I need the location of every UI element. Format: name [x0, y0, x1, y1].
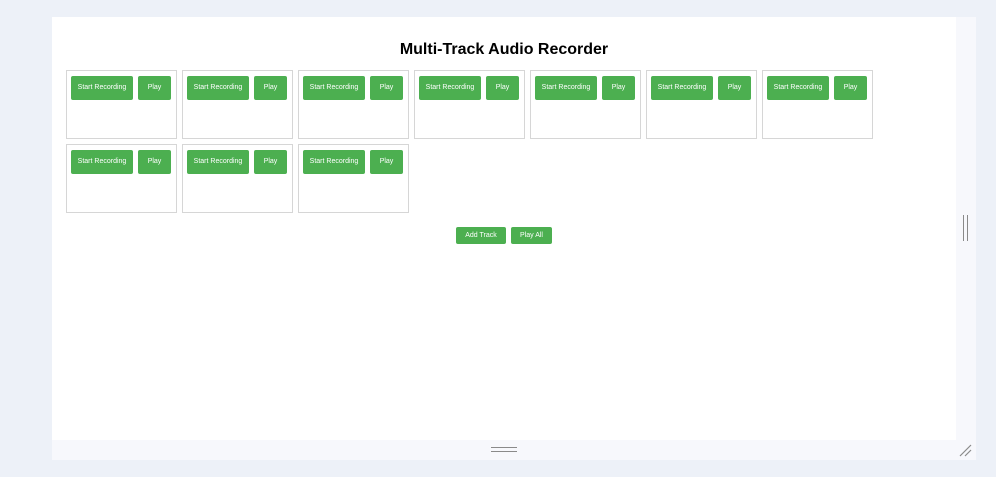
play-button[interactable]: Play	[254, 150, 287, 174]
play-button[interactable]: Play	[254, 76, 287, 100]
add-track-button[interactable]: Add Track	[456, 227, 506, 244]
track: Start Recording Play	[762, 70, 873, 139]
play-all-button[interactable]: Play All	[511, 227, 552, 244]
track: Start Recording Play	[298, 70, 409, 139]
play-button[interactable]: Play	[370, 150, 403, 174]
start-recording-button[interactable]: Start Recording	[419, 76, 481, 100]
track: Start Recording Play	[66, 144, 177, 213]
vertical-resize-grip-icon[interactable]	[963, 215, 968, 241]
track: Start Recording Play	[298, 144, 409, 213]
horizontal-resize-grip-icon[interactable]	[491, 447, 517, 452]
track: Start Recording Play	[182, 70, 293, 139]
play-button[interactable]: Play	[138, 150, 171, 174]
play-button[interactable]: Play	[486, 76, 519, 100]
start-recording-button[interactable]: Start Recording	[187, 150, 249, 174]
play-button[interactable]: Play	[718, 76, 751, 100]
start-recording-button[interactable]: Start Recording	[535, 76, 597, 100]
start-recording-button[interactable]: Start Recording	[303, 76, 365, 100]
track: Start Recording Play	[414, 70, 525, 139]
start-recording-button[interactable]: Start Recording	[71, 150, 133, 174]
start-recording-button[interactable]: Start Recording	[187, 76, 249, 100]
start-recording-button[interactable]: Start Recording	[303, 150, 365, 174]
play-button[interactable]: Play	[370, 76, 403, 100]
play-button[interactable]: Play	[834, 76, 867, 100]
track: Start Recording Play	[182, 144, 293, 213]
corner-resize-grip-icon[interactable]	[958, 443, 972, 457]
start-recording-button[interactable]: Start Recording	[71, 76, 133, 100]
play-button[interactable]: Play	[602, 76, 635, 100]
app-page: Multi-Track Audio Recorder Start Recordi…	[52, 17, 956, 440]
start-recording-button[interactable]: Start Recording	[651, 76, 713, 100]
start-recording-button[interactable]: Start Recording	[767, 76, 829, 100]
track: Start Recording Play	[66, 70, 177, 139]
preview-frame: Multi-Track Audio Recorder Start Recordi…	[52, 17, 976, 460]
play-button[interactable]: Play	[138, 76, 171, 100]
page-title: Multi-Track Audio Recorder	[399, 41, 609, 58]
track: Start Recording Play	[530, 70, 641, 139]
track: Start Recording Play	[646, 70, 757, 139]
